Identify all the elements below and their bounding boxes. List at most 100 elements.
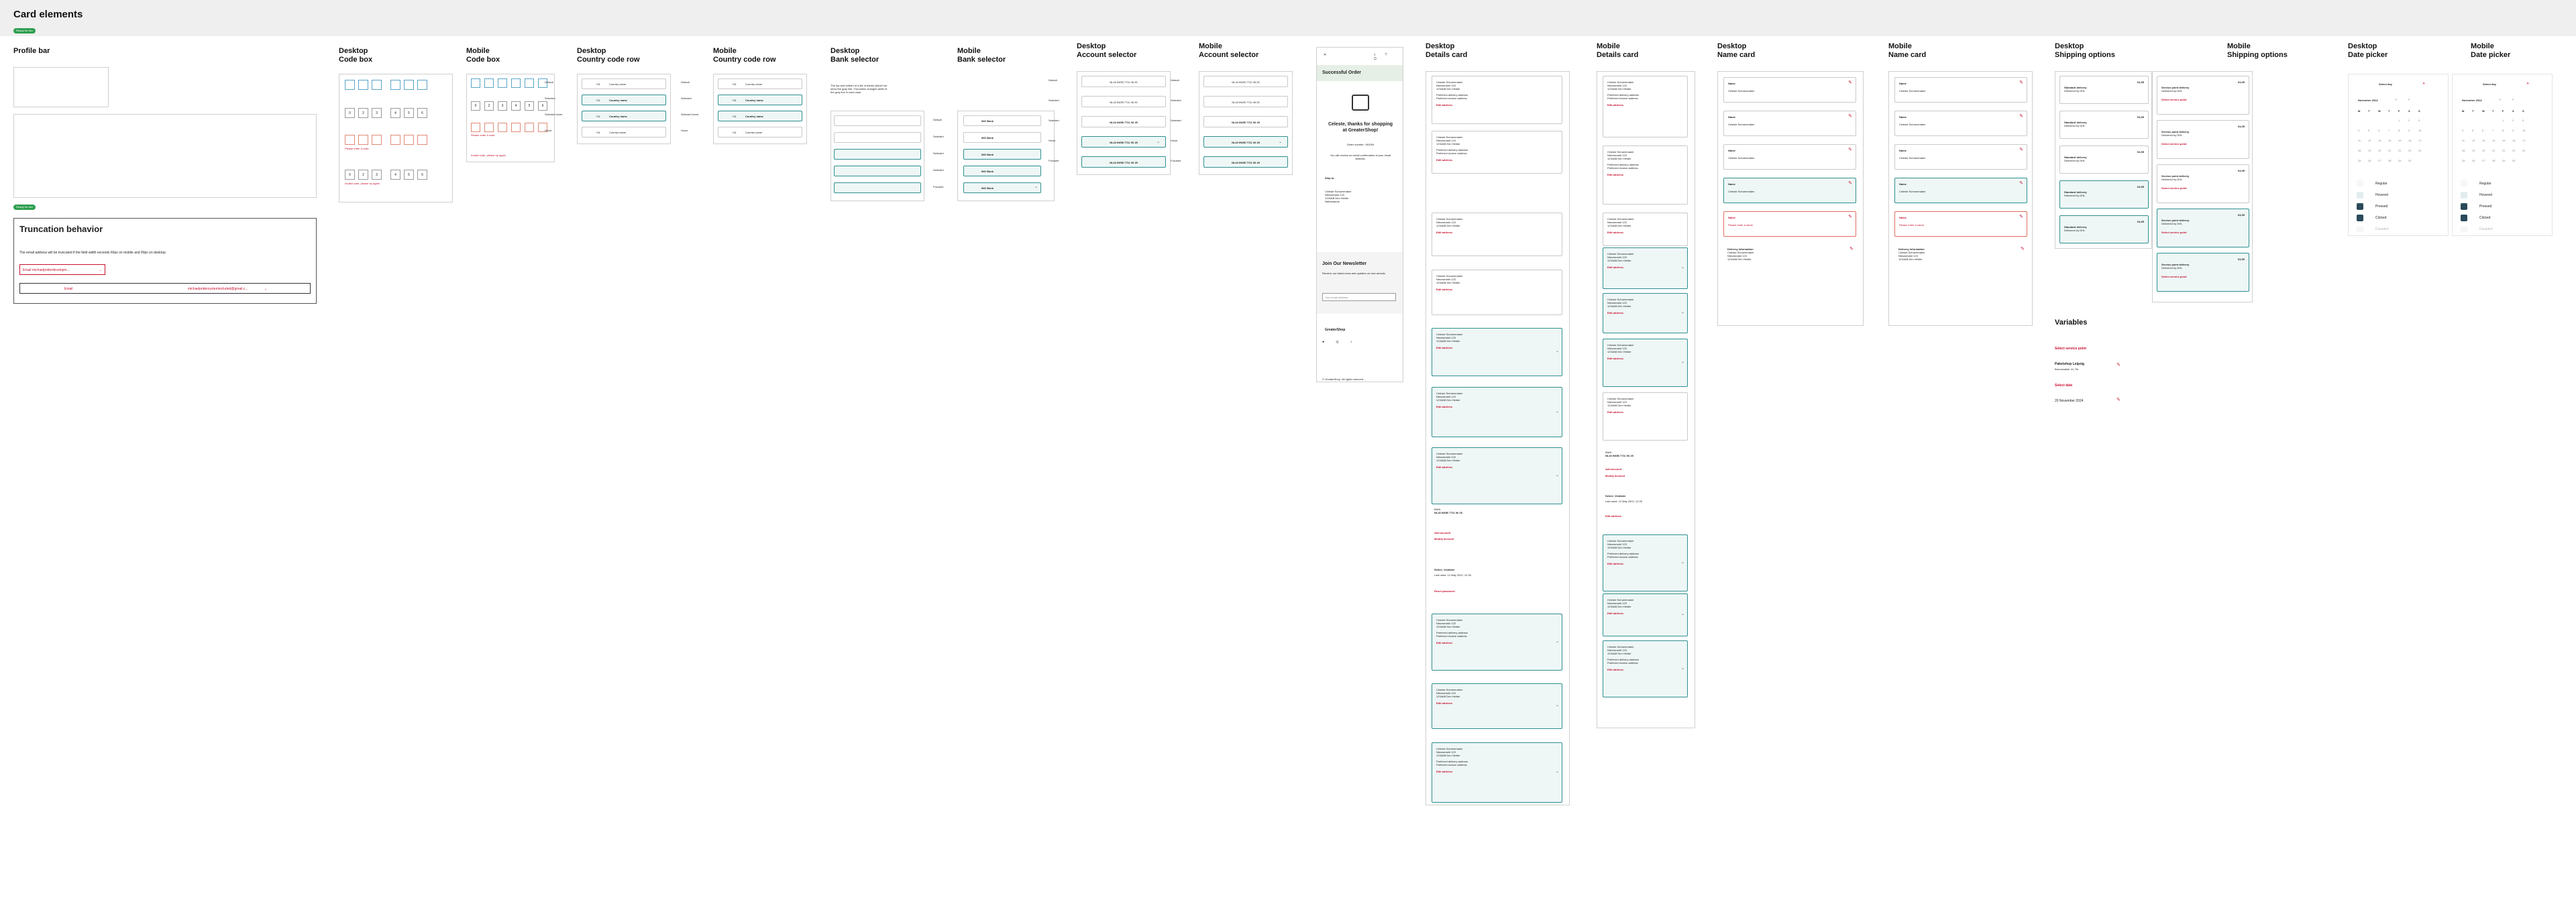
code-digit-cell[interactable] <box>390 80 400 90</box>
code-digit-cell[interactable] <box>345 80 355 90</box>
edit-address-link[interactable]: Edit address <box>1607 103 1683 107</box>
day-cell[interactable]: 3 <box>2522 119 2524 122</box>
account-row[interactable]: NL43 INGB 7711 06 25 <box>1081 116 1166 127</box>
name-card[interactable]: Name Please enter a name ✎ <box>1723 211 1856 237</box>
code-digit-cell[interactable] <box>471 123 480 132</box>
code-digit-cell[interactable]: 4 <box>390 108 400 118</box>
code-digit-cell[interactable]: 6 <box>538 101 547 111</box>
bank-row[interactable] <box>834 182 921 193</box>
edit-pen-icon[interactable]: ✎ <box>2019 181 2023 186</box>
day-cell[interactable]: 5 <box>2368 129 2369 132</box>
code-digit-cell[interactable] <box>484 123 494 132</box>
day-cell[interactable]: 18 <box>2358 149 2361 152</box>
close-icon[interactable]: ✕ <box>1324 53 1326 57</box>
details-card[interactable]: Celeste Schoenmaker Nieuwmarkt 123 1234AB … <box>1432 447 1562 504</box>
close-icon[interactable]: ✕ <box>2526 82 2529 86</box>
day-cell[interactable]: 2 <box>2408 119 2410 122</box>
edit-address-link[interactable]: Edit address <box>1607 612 1683 615</box>
day-cell[interactable]: 17 <box>2522 139 2525 142</box>
bank-row[interactable] <box>834 115 921 126</box>
shipping-option-service[interactable]: Service point delivery Delivered by DHL Se… <box>2157 209 2249 247</box>
day-cell[interactable]: 21 <box>2388 149 2391 152</box>
day-cell[interactable]: 18 <box>2462 149 2465 152</box>
edit-pen-icon[interactable]: ✎ <box>1848 80 1852 85</box>
edit-address-link[interactable]: Edit address <box>1436 701 1558 705</box>
code-digit-cell[interactable] <box>372 80 382 90</box>
country-row[interactable]: +31 Country name <box>582 127 666 137</box>
name-card[interactable]: Name Celeste Schoenmaker ✎ <box>1894 77 2027 103</box>
shipping-option-service[interactable]: Service point delivery Delivered by DHL Se… <box>2157 120 2249 159</box>
account-row[interactable]: NL43 INGB 7711 06 25 <box>1081 96 1166 107</box>
name-card[interactable]: Name Celeste Schoenmaker ✎ <box>1723 144 1856 170</box>
details-card[interactable]: Celeste Schoenmaker Nieuwmarkt 123 1234AB … <box>1603 392 1688 441</box>
day-cell[interactable]: 7 <box>2492 129 2493 132</box>
edit-address-link[interactable]: Edit address <box>1607 231 1683 234</box>
edit-pen-icon[interactable]: ✎ <box>1848 215 1852 219</box>
code-digit-cell[interactable]: 6 <box>417 108 427 118</box>
edit-address-link[interactable]: Edit address <box>1607 562 1683 565</box>
code-digit-cell[interactable] <box>417 135 427 145</box>
modify-account-link[interactable]: Modify account <box>1605 474 1625 477</box>
day-cell[interactable]: 7 <box>2388 129 2390 132</box>
day-cell[interactable]: 13 <box>2378 139 2381 142</box>
edit-address-link[interactable]: Edit address <box>1607 357 1683 360</box>
code-digit-cell[interactable]: 0 <box>345 170 355 180</box>
details-card[interactable]: Celeste Schoenmaker Nieuwmarkt 123 1234AB … <box>1432 328 1562 376</box>
shipping-option-service[interactable]: Service point delivery Delivered by DHL Se… <box>2157 76 2249 115</box>
day-cell[interactable]: 28 <box>2388 159 2391 162</box>
bank-row[interactable]: ING Bank ⌄ <box>963 182 1041 193</box>
code-digit-cell[interactable] <box>525 78 534 88</box>
code-digit-cell[interactable] <box>417 80 427 90</box>
edit-address-link[interactable]: Edit address <box>1607 668 1683 671</box>
select-service-point-link[interactable]: Select service point <box>2161 231 2245 234</box>
edit-address-link[interactable]: Edit address <box>1605 514 1621 518</box>
details-card[interactable]: Celeste Schoenmaker Nieuwmarkt 123 1234AB … <box>1603 293 1688 333</box>
code-digit-cell[interactable] <box>511 123 521 132</box>
account-row[interactable]: NL43 INGB 7711 06 25 <box>1203 136 1288 148</box>
shipping-option-standard[interactable]: Standard delivery Delivered by DHL €4,95 <box>2059 180 2149 209</box>
code-digit-cell[interactable]: 2 <box>484 101 494 111</box>
day-cell[interactable]: 27 <box>2482 159 2485 162</box>
edit-pen-icon[interactable]: ✎ <box>1849 246 1860 251</box>
name-card[interactable]: Name Celeste Schoenmaker ✎ <box>1723 111 1856 136</box>
close-icon[interactable]: ✕ <box>2422 82 2425 86</box>
edit-pen-icon[interactable]: ✎ <box>1848 181 1852 186</box>
account-row[interactable]: NL43 INGB 7711 06 25 <box>1203 116 1288 127</box>
day-cell[interactable]: 28 <box>2492 159 2495 162</box>
bank-row[interactable]: ING Bank <box>963 115 1041 126</box>
name-card[interactable]: Name Please enter a name ✎ <box>1894 211 2027 237</box>
code-digit-cell[interactable] <box>345 135 355 145</box>
bank-row[interactable]: ING Bank <box>963 132 1041 143</box>
day-cell[interactable]: 26 <box>2472 159 2475 162</box>
day-cell[interactable]: 19 <box>2472 149 2475 152</box>
details-card[interactable]: Celeste Schoenmaker Nieuwmarkt 123 1234AB … <box>1603 76 1688 137</box>
account-row[interactable]: NL43 INGB 7711 06 25 <box>1203 76 1288 87</box>
details-card[interactable]: Celeste Schoenmaker Nieuwmarkt 123 1234AB … <box>1432 131 1562 174</box>
select-service-point-link[interactable]: Select service point <box>2161 275 2245 278</box>
day-cell[interactable]: 23 <box>2512 149 2515 152</box>
details-card[interactable]: Celeste Schoenmaker Nieuwmarkt 123 1234AB … <box>1432 387 1562 437</box>
code-digit-cell[interactable] <box>390 135 400 145</box>
code-digit-cell[interactable] <box>484 78 494 88</box>
country-row[interactable]: +31 Country name <box>718 78 802 89</box>
edit-pen-icon[interactable]: ✎ <box>1848 148 1852 152</box>
account-row[interactable]: NL43 INGB 7711 06 25 <box>1203 156 1288 168</box>
day-cell[interactable]: 24 <box>2522 149 2525 152</box>
day-cell[interactable]: 11 <box>2462 139 2465 142</box>
day-cell[interactable]: 27 <box>2378 159 2381 162</box>
day-cell[interactable]: 6 <box>2378 129 2379 132</box>
day-cell[interactable]: 6 <box>2482 129 2483 132</box>
details-card[interactable]: Celeste Schoenmaker Nieuwmarkt 123 1234AB … <box>1603 247 1688 289</box>
shipping-option-service[interactable]: Service point delivery Delivered by DHL Se… <box>2157 253 2249 292</box>
shipping-option-standard[interactable]: Standard delivery Delivered by DHL €4,95 <box>2059 111 2149 139</box>
newsletter-input[interactable]: Your email address <box>1322 293 1396 301</box>
country-row[interactable]: +31 Country name <box>718 127 802 137</box>
account-row[interactable]: NL43 INGB 7711 06 25 <box>1081 156 1166 168</box>
edit-address-link[interactable]: Edit address <box>1436 346 1558 349</box>
edit-pen-icon[interactable]: ✎ <box>2021 246 2029 251</box>
details-card[interactable]: Celeste Schoenmaker Nieuwmarkt 123 1234AB … <box>1603 640 1688 697</box>
var-select-date[interactable]: Select date <box>2055 384 2072 388</box>
day-cell[interactable]: 10 <box>2418 129 2421 132</box>
details-card[interactable]: Celeste Schoenmaker Nieuwmarkt 123 1234AB … <box>1432 270 1562 315</box>
edit-address-link[interactable]: Edit address <box>1436 158 1558 162</box>
